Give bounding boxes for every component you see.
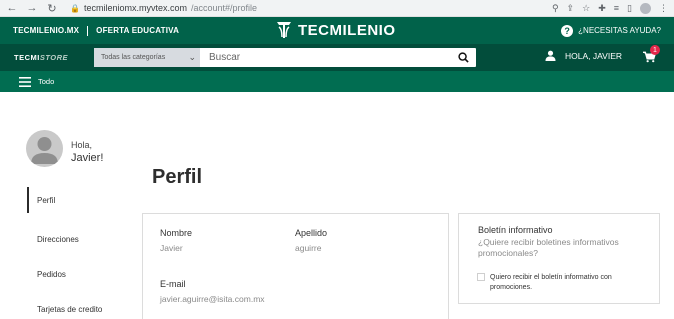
share-icon[interactable]: ⇪ — [567, 3, 575, 14]
zoom-icon[interactable]: ⚲ — [552, 3, 559, 14]
category-select[interactable]: Todas las categorías ⌄ — [94, 48, 200, 67]
address-bar[interactable]: 🔒 tecmileniomx.myvtex.com/account#/profi… — [70, 3, 544, 13]
greeting-text: Hola, — [71, 140, 93, 150]
side-menu-perfil[interactable]: Perfil — [27, 187, 137, 213]
back-icon[interactable]: ← — [6, 2, 18, 14]
account-side-menu: Perfil Direcciones Pedidos Tarjetas de c… — [27, 187, 137, 319]
search-bar: Todas las categorías ⌄ — [94, 48, 476, 67]
top-bar: TECMILENIO.MX OFERTA EDUCATIVA TECMILENI… — [0, 17, 674, 44]
profile-card: Nombre Javier Apellido aguirre E-mail ja… — [142, 213, 449, 319]
brand-name: TECMILENIO — [298, 21, 396, 39]
forward-icon[interactable]: → — [26, 2, 38, 14]
help-label: ¿NECESITAS AYUDA? — [578, 26, 661, 35]
nombre-label: Nombre — [160, 228, 193, 238]
page-title: Perfil — [152, 166, 203, 188]
menu-all-label: Todo — [38, 77, 55, 86]
avatar-icon — [31, 137, 58, 164]
bookmark-star-icon[interactable]: ☆ — [582, 3, 590, 14]
avatar — [26, 130, 63, 167]
help-icon: ? — [561, 24, 574, 37]
browser-toolbar: ← → ↻ 🔒 tecmileniomx.myvtex.com/account#… — [0, 0, 674, 17]
user-icon — [545, 50, 556, 61]
user-greeting-block: Hola, Javier! — [71, 139, 103, 165]
user-greeting: HOLA, JAVIER — [565, 50, 622, 61]
store-logo-a: TECMI — [14, 53, 40, 62]
newsletter-title: Boletín informativo — [478, 225, 553, 235]
nombre-value: Javier — [160, 243, 183, 253]
user-account-link[interactable]: HOLA, JAVIER — [545, 50, 622, 61]
email-label: E-mail — [160, 279, 186, 289]
lock-icon: 🔒 — [70, 3, 80, 13]
oferta-educativa-link[interactable]: OFERTA EDUCATIVA — [96, 26, 179, 35]
extensions-icon[interactable]: ✚ — [598, 3, 606, 14]
profile-avatar-icon[interactable] — [640, 2, 651, 14]
category-selected: Todas las categorías — [101, 54, 166, 61]
sidepanel-icon[interactable]: ▯ — [627, 3, 632, 14]
reading-list-icon[interactable]: ≡ — [614, 3, 619, 14]
hamburger-menu-icon[interactable] — [19, 76, 31, 87]
apellido-value: aguirre — [295, 243, 322, 253]
cart-button[interactable]: 1 — [643, 45, 660, 68]
reload-icon[interactable]: ↻ — [46, 2, 58, 15]
email-value: javier.aguirre@isita.com.mx — [160, 294, 265, 304]
url-path: /account#/profile — [191, 3, 258, 13]
account-content: Hola, Javier! Perfil Direcciones Pedidos… — [0, 92, 674, 319]
newsletter-checkbox-label[interactable]: Quiero recibir el boletín informativo co… — [490, 273, 650, 292]
url-host: tecmileniomx.myvtex.com — [83, 3, 187, 13]
search-button[interactable] — [450, 48, 476, 67]
chevron-down-icon: ⌄ — [188, 52, 196, 62]
browser-menu-icon[interactable]: ⋮ — [659, 3, 668, 14]
side-menu-direcciones[interactable]: Direcciones — [27, 222, 137, 257]
search-input[interactable] — [200, 48, 450, 67]
divider — [87, 25, 89, 36]
side-menu-pedidos[interactable]: Pedidos — [27, 257, 137, 292]
help-link[interactable]: ? ¿NECESITAS AYUDA? — [561, 24, 661, 37]
greeting-name: Javier! — [71, 152, 104, 164]
side-menu-tarjetas[interactable]: Tarjetas de credito — [27, 292, 137, 319]
newsletter-description: ¿Quiere recibir boletines informativos p… — [478, 237, 619, 258]
search-icon — [457, 52, 469, 63]
tecmi-store-logo[interactable]: TECMISTORE — [14, 53, 94, 62]
apellido-label: Apellido — [295, 228, 328, 238]
newsletter-checkbox[interactable] — [477, 273, 485, 281]
category-menu-bar[interactable]: Todo — [0, 71, 674, 92]
store-logo-b: STORE — [39, 53, 69, 62]
tecmilenio-logo-icon — [277, 22, 291, 38]
newsletter-card: Boletín informativo ¿Quiere recibir bole… — [458, 213, 660, 304]
store-bar: TECMISTORE Todas las categorías ⌄ HOLA, … — [0, 44, 674, 71]
tecmilenio-link[interactable]: TECMILENIO.MX — [13, 26, 79, 35]
brand-logo[interactable]: TECMILENIO — [274, 20, 396, 40]
cart-count-badge: 1 — [650, 45, 660, 55]
